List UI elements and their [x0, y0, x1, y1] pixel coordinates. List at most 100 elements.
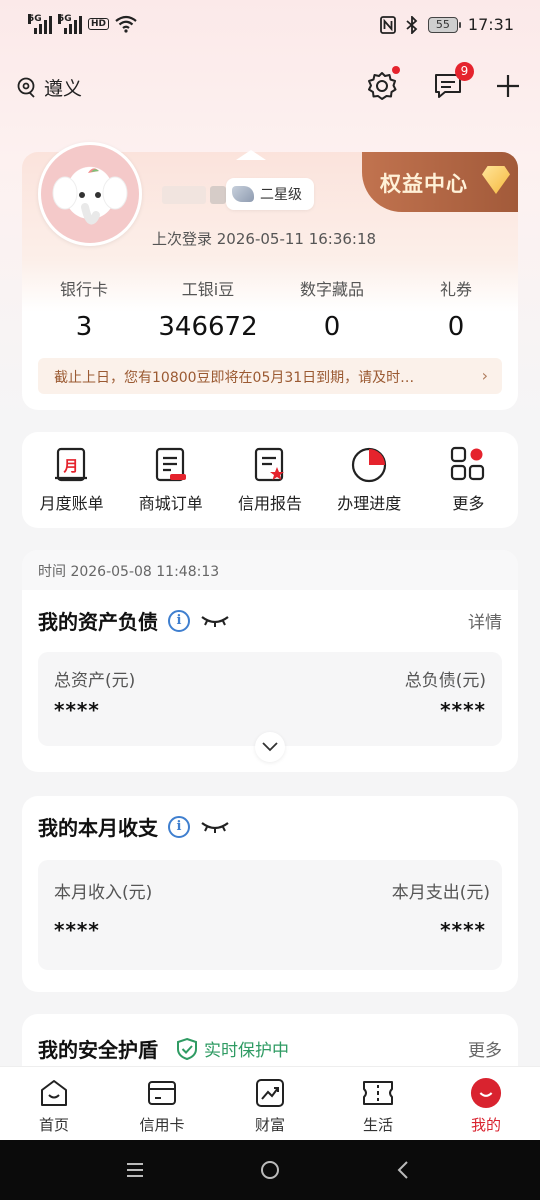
- more-grid-icon: [451, 446, 485, 481]
- card-notch-icon: [236, 150, 266, 160]
- shield-check-icon: [177, 1037, 197, 1060]
- stat-label: 数字藏品: [299, 280, 364, 299]
- income-label: 本月收入(元): [54, 883, 153, 903]
- expense-value: ****: [440, 918, 486, 942]
- location-label: 遵义: [44, 78, 83, 100]
- stat-icbc-beans[interactable]: 工银i豆 346672: [146, 276, 270, 342]
- header-actions: 9: [340, 62, 540, 110]
- eye-closed-icon[interactable]: [200, 820, 230, 834]
- protection-status[interactable]: 实时保护中: [176, 1036, 289, 1061]
- security-section-title: 我的安全护盾 实时保护中: [38, 1034, 289, 1063]
- nav-label: 我的: [470, 1116, 501, 1134]
- nav-label: 信用卡: [139, 1116, 185, 1134]
- section-title-text: 我的安全护盾: [38, 1038, 158, 1062]
- level-label: 二星级: [260, 187, 302, 203]
- quick-action-credit-report[interactable]: 信用报告: [220, 432, 319, 528]
- status-left: 5G 5G HD: [28, 14, 137, 34]
- credit-card-icon: [148, 1081, 176, 1105]
- stat-value: 3: [75, 312, 93, 342]
- avatar[interactable]: [38, 142, 142, 246]
- plus-icon: [497, 75, 519, 97]
- hd-icon: HD: [88, 18, 110, 30]
- gear-icon: [368, 72, 397, 100]
- signal-1-icon: 5G: [28, 14, 52, 34]
- stat-value: 346672: [158, 312, 258, 342]
- income-value: ****: [54, 918, 100, 942]
- nav-mine[interactable]: 我的: [432, 1067, 540, 1140]
- sim1-label: 5G: [28, 14, 42, 24]
- total-liabilities-label: 总负债(元): [404, 671, 486, 691]
- nav-credit-card[interactable]: 信用卡: [108, 1067, 216, 1140]
- quick-action-label: 更多: [452, 494, 485, 513]
- protection-status-text: 实时保护中: [204, 1041, 289, 1061]
- total-assets-label: 总资产(元): [54, 671, 136, 691]
- beans-expiry-notice[interactable]: 截止上日，您有10800豆即将在05月31日到期，请及时… ›: [38, 358, 502, 394]
- nav-wealth[interactable]: 财富: [216, 1067, 324, 1140]
- stat-label: 礼券: [439, 280, 472, 299]
- stat-digital-collectibles[interactable]: 数字藏品 0: [270, 276, 394, 342]
- chevron-right-icon: ›: [481, 366, 488, 385]
- diamond-icon: [482, 166, 510, 194]
- messages-badge: 9: [455, 62, 474, 81]
- quick-action-progress[interactable]: 办理进度: [320, 432, 419, 528]
- signal-2-icon: 5G: [58, 14, 82, 34]
- settings-button[interactable]: [360, 64, 404, 108]
- assets-section-title: 我的资产负债 i: [38, 606, 230, 635]
- sim2-label: 5G: [58, 14, 72, 24]
- stat-coupons[interactable]: 礼券 0: [394, 276, 518, 342]
- mall-order-icon: [155, 447, 186, 482]
- quick-action-more[interactable]: 更多: [419, 432, 518, 528]
- level-badge[interactable]: 二星级: [226, 178, 314, 210]
- menu-icon[interactable]: [126, 1162, 144, 1178]
- nav-home[interactable]: 首页: [0, 1067, 108, 1140]
- nav-life[interactable]: 生活: [324, 1067, 432, 1140]
- status-bar: 5G 5G HD 55 17:31: [0, 0, 540, 52]
- quick-action-monthly-bill[interactable]: 月 月度账单: [22, 432, 121, 528]
- life-ticket-icon: [363, 1081, 393, 1105]
- battery-icon: 55: [427, 16, 461, 33]
- wifi-icon: [115, 15, 137, 33]
- stat-value: 0: [447, 312, 465, 342]
- monthly-bill-icon: 月: [54, 447, 87, 482]
- monthly-income-expense-card: 我的本月收支 i 本月收入(元) **** 本月支出(元) ****: [22, 796, 518, 992]
- quick-action-mall-orders[interactable]: 商城订单: [121, 432, 220, 528]
- location-pin-icon: [17, 77, 35, 98]
- assets-detail-link[interactable]: 详情: [468, 608, 502, 633]
- info-icon[interactable]: i: [168, 815, 190, 838]
- assets-liabilities-card: 时间 2026-05-08 11:48:13 我的资产负债 i 详情 总资产(元…: [22, 550, 518, 772]
- monthly-summary-box: 本月收入(元) **** 本月支出(元) ****: [38, 860, 502, 970]
- svg-text:月: 月: [62, 457, 78, 475]
- location-selector[interactable]: 遵义: [16, 74, 82, 101]
- stat-value: 0: [323, 312, 341, 342]
- messages-button[interactable]: 9: [426, 62, 474, 108]
- progress-icon: [352, 447, 387, 483]
- quick-action-label: 办理进度: [337, 494, 402, 513]
- expand-button[interactable]: [255, 732, 285, 762]
- equity-center-button[interactable]: 权益中心: [362, 152, 518, 212]
- stat-bank-cards[interactable]: 银行卡 3: [22, 276, 146, 342]
- profile-stats: 银行卡 3 工银i豆 346672 数字藏品 0 礼券 0: [22, 276, 518, 342]
- clock: 17:31: [467, 15, 514, 34]
- stat-label: 工银i豆: [181, 280, 235, 299]
- security-more-link[interactable]: 更多: [468, 1036, 502, 1061]
- notice-text: 截止上日，您有10800豆即将在05月31日到期，请及时…: [54, 370, 415, 386]
- system-navigation-bar: [0, 1140, 540, 1200]
- section-title-text: 我的本月收支: [38, 816, 158, 840]
- quick-actions: 月 月度账单 商城订单 信用报告 办理进度 更多: [22, 432, 518, 528]
- level-gem-icon: [232, 186, 254, 202]
- quick-action-label: 月度账单: [39, 494, 104, 513]
- nav-label: 财富: [254, 1116, 285, 1134]
- add-button[interactable]: [486, 64, 530, 108]
- bluetooth-icon: [406, 15, 418, 34]
- home-circle-icon[interactable]: [260, 1160, 280, 1180]
- credit-report-icon: [254, 447, 284, 482]
- last-login: 上次登录 2026-05-11 16:36:18: [152, 230, 377, 248]
- nav-label: 生活: [362, 1116, 393, 1134]
- asset-update-time: 时间 2026-05-08 11:48:13: [22, 550, 518, 590]
- settings-dot: [392, 66, 400, 74]
- eye-closed-icon[interactable]: [200, 614, 230, 628]
- back-icon[interactable]: [396, 1160, 410, 1180]
- chevron-down-icon: [262, 742, 278, 752]
- info-icon[interactable]: i: [168, 609, 190, 632]
- home-icon: [41, 1080, 67, 1106]
